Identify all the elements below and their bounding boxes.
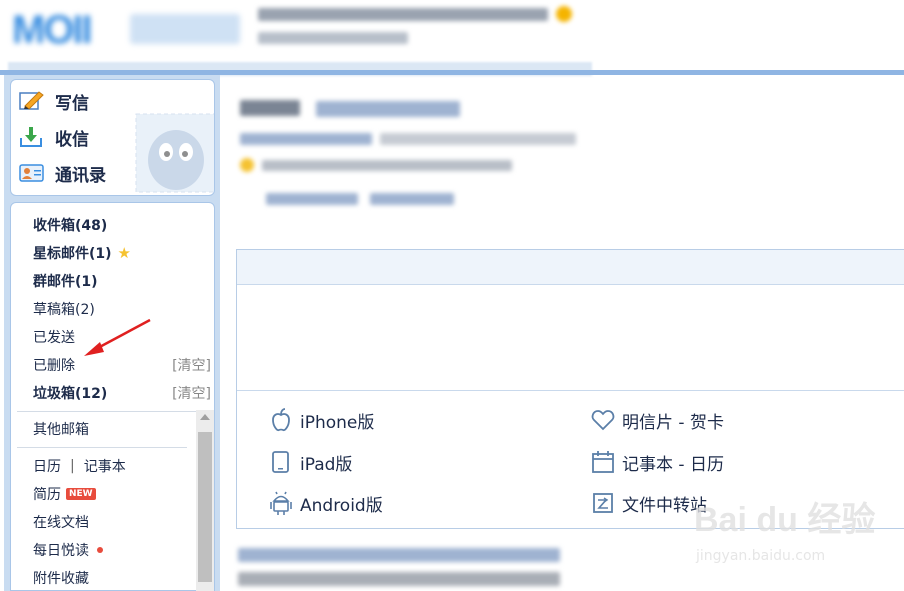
calendar-link[interactable]: 日历 bbox=[33, 456, 61, 476]
postcard-label: 明信片 - 贺卡 bbox=[622, 412, 724, 433]
link-divider: | bbox=[70, 458, 75, 474]
folder-group-label: 群邮件(1) bbox=[33, 274, 98, 290]
attachments-label: 附件收藏 bbox=[33, 571, 89, 587]
android-icon bbox=[268, 490, 294, 516]
compose-button[interactable]: 写信 bbox=[19, 84, 139, 118]
scroll-up-icon[interactable] bbox=[200, 414, 210, 420]
notebook-link[interactable]: 记事本 bbox=[84, 456, 126, 476]
baidu-jingyan-watermark: Bai du 经验 jingyan.baidu.com bbox=[694, 492, 904, 582]
divider bbox=[17, 447, 187, 448]
divider bbox=[17, 411, 207, 412]
ipad-label: iPad版 bbox=[300, 454, 353, 475]
sidebar-scrollbar[interactable] bbox=[196, 410, 214, 591]
folder-group[interactable]: 群邮件(1) bbox=[33, 268, 211, 294]
new-badge: NEW bbox=[66, 488, 96, 500]
annotation-arrow-icon bbox=[84, 318, 151, 356]
folder-inbox[interactable]: 收件箱(48) bbox=[33, 212, 211, 238]
unread-dot-icon bbox=[97, 547, 103, 553]
folder-starred-label: 星标邮件(1) bbox=[33, 246, 112, 262]
panel-divider bbox=[237, 390, 904, 391]
quick-actions-panel: 写信 收信 通讯录 bbox=[10, 79, 215, 196]
apple-icon bbox=[268, 407, 294, 433]
calendar-icon bbox=[590, 449, 616, 475]
folder-other-mailboxes[interactable]: 其他邮箱 bbox=[33, 416, 211, 442]
folder-drafts-label: 草稿箱(2) bbox=[33, 302, 95, 318]
tools-calendar-row: 日历 | 记事本 bbox=[33, 453, 211, 479]
folder-panel: 收件箱(48) 星标邮件(1) ★ 群邮件(1) 草稿箱(2) 已发送 已删除 … bbox=[10, 202, 215, 591]
qq-penguin-stamp-icon bbox=[135, 113, 214, 193]
compose-icon bbox=[19, 90, 45, 112]
folder-sent-label: 已发送 bbox=[33, 330, 75, 346]
scroll-thumb[interactable] bbox=[198, 432, 212, 582]
file-transfer-link[interactable]: 文件中转站 bbox=[590, 489, 707, 517]
receive-icon bbox=[19, 126, 45, 148]
watermark-brand: Bai du 经验 bbox=[694, 501, 876, 539]
clear-spam-link[interactable]: [清空] bbox=[172, 383, 211, 403]
qq-mail-logo[interactable]: MOII bbox=[12, 6, 240, 56]
daily-reading-label: 每日悦读 bbox=[33, 543, 89, 559]
folder-inbox-label: 收件箱(48) bbox=[33, 218, 108, 234]
iphone-label: iPhone版 bbox=[300, 412, 375, 433]
resume-label: 简历 bbox=[33, 487, 61, 503]
contacts-button[interactable]: 通讯录 bbox=[19, 156, 139, 190]
apps-panel bbox=[236, 249, 904, 529]
folder-starred[interactable]: 星标邮件(1) ★ bbox=[33, 240, 211, 266]
postcard-link[interactable]: 明信片 - 贺卡 bbox=[590, 406, 724, 434]
clear-deleted-link[interactable]: [清空] bbox=[172, 355, 211, 375]
online-docs-label: 在线文档 bbox=[33, 515, 89, 531]
star-icon: ★ bbox=[117, 244, 131, 262]
contacts-icon bbox=[19, 162, 45, 184]
tool-resume[interactable]: 简历 NEW bbox=[33, 481, 211, 507]
watermark-url: jingyan.baidu.com bbox=[696, 548, 826, 564]
contacts-label: 通讯录 bbox=[55, 165, 106, 186]
tool-attachments[interactable]: 附件收藏 bbox=[33, 565, 211, 590]
notebook-calendar-label: 记事本 - 日历 bbox=[622, 454, 724, 475]
receive-label: 收信 bbox=[55, 129, 89, 150]
tool-daily-reading[interactable]: 每日悦读 bbox=[33, 537, 211, 563]
android-label: Android版 bbox=[300, 495, 383, 516]
folder-deleted-label: 已删除 bbox=[33, 358, 75, 374]
iphone-app-link[interactable]: iPhone版 bbox=[268, 406, 374, 434]
compose-label: 写信 bbox=[55, 93, 89, 114]
notebook-calendar-link[interactable]: 记事本 - 日历 bbox=[590, 448, 724, 476]
transfer-icon bbox=[590, 490, 616, 516]
android-app-link[interactable]: Android版 bbox=[268, 489, 383, 517]
tool-online-docs[interactable]: 在线文档 bbox=[33, 509, 211, 535]
apps-panel-header bbox=[237, 250, 904, 285]
folder-other-label: 其他邮箱 bbox=[33, 422, 89, 438]
account-info-blurred bbox=[258, 6, 578, 52]
receive-button[interactable]: 收信 bbox=[19, 120, 139, 154]
tablet-icon bbox=[268, 449, 294, 475]
heart-icon bbox=[590, 407, 616, 433]
ipad-app-link[interactable]: iPad版 bbox=[268, 448, 352, 476]
folder-spam[interactable]: 垃圾箱(12) [清空] bbox=[33, 380, 211, 406]
folder-spam-label: 垃圾箱(12) bbox=[33, 386, 108, 402]
